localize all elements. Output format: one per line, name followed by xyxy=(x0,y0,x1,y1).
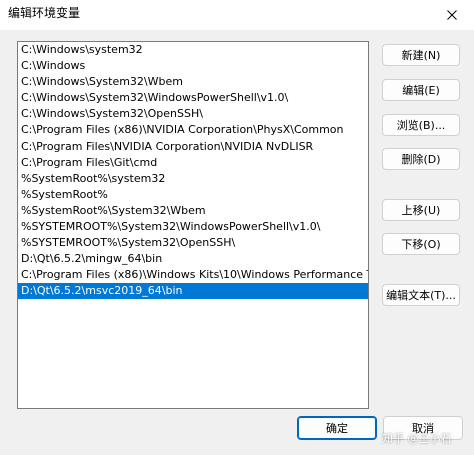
list-item[interactable]: C:\Windows\System32\Wbem xyxy=(18,74,368,90)
ok-button[interactable]: 确定 xyxy=(297,416,377,440)
path-list[interactable]: C:\Windows\system32 C:\Windows C:\Windows\… xyxy=(17,41,369,409)
list-item[interactable]: C:\Program Files (x86)\NVIDIA Corporatio… xyxy=(18,122,368,138)
list-item[interactable]: %SystemRoot%\System32\Wbem xyxy=(18,203,368,219)
list-item[interactable]: C:\Windows\system32 xyxy=(18,42,368,58)
move-down-button[interactable]: 下移(O) xyxy=(382,233,460,255)
close-button[interactable] xyxy=(430,0,474,30)
list-item[interactable]: C:\Program Files (x86)\Windows Kits\10\W… xyxy=(18,267,368,283)
list-item[interactable]: C:\Windows xyxy=(18,58,368,74)
watermark: 知乎 @王小石 xyxy=(382,432,452,445)
edit-text-button[interactable]: 编辑文本(T)... xyxy=(382,284,460,306)
title-bar: 编辑环境变量 xyxy=(0,0,474,30)
move-up-button[interactable]: 上移(U) xyxy=(382,199,460,221)
list-item[interactable]: C:\Windows\System32\OpenSSH\ xyxy=(18,106,368,122)
list-item[interactable]: %SYSTEMROOT%\System32\WindowsPowerShell\… xyxy=(18,219,368,235)
list-item[interactable]: %SystemRoot%\system32 xyxy=(18,171,368,187)
list-item[interactable]: D:\Qt\6.5.2\msvc2019_64\bin xyxy=(18,283,368,300)
list-item[interactable]: C:\Windows\System32\WindowsPowerShell\v1… xyxy=(18,90,368,106)
edit-environment-variable-dialog: 编辑环境变量 C:\Windows\system32 C:\Windows C:\W… xyxy=(0,0,474,455)
list-item[interactable]: D:\Qt\6.5.2\mingw_64\bin xyxy=(18,251,368,267)
close-icon xyxy=(447,10,457,20)
list-item[interactable]: %SYSTEMROOT%\System32\OpenSSH\ xyxy=(18,235,368,251)
list-item[interactable]: C:\Program Files\NVIDIA Corporation\NVID… xyxy=(18,139,368,155)
browse-button[interactable]: 浏览(B)... xyxy=(382,114,460,136)
dialog-title: 编辑环境变量 xyxy=(8,6,81,20)
edit-button[interactable]: 编辑(E) xyxy=(382,79,460,101)
list-item[interactable]: C:\Program Files\Git\cmd xyxy=(18,155,368,171)
new-button[interactable]: 新建(N) xyxy=(382,44,460,66)
list-item[interactable]: %SystemRoot% xyxy=(18,187,368,203)
delete-button[interactable]: 删除(D) xyxy=(382,148,460,170)
